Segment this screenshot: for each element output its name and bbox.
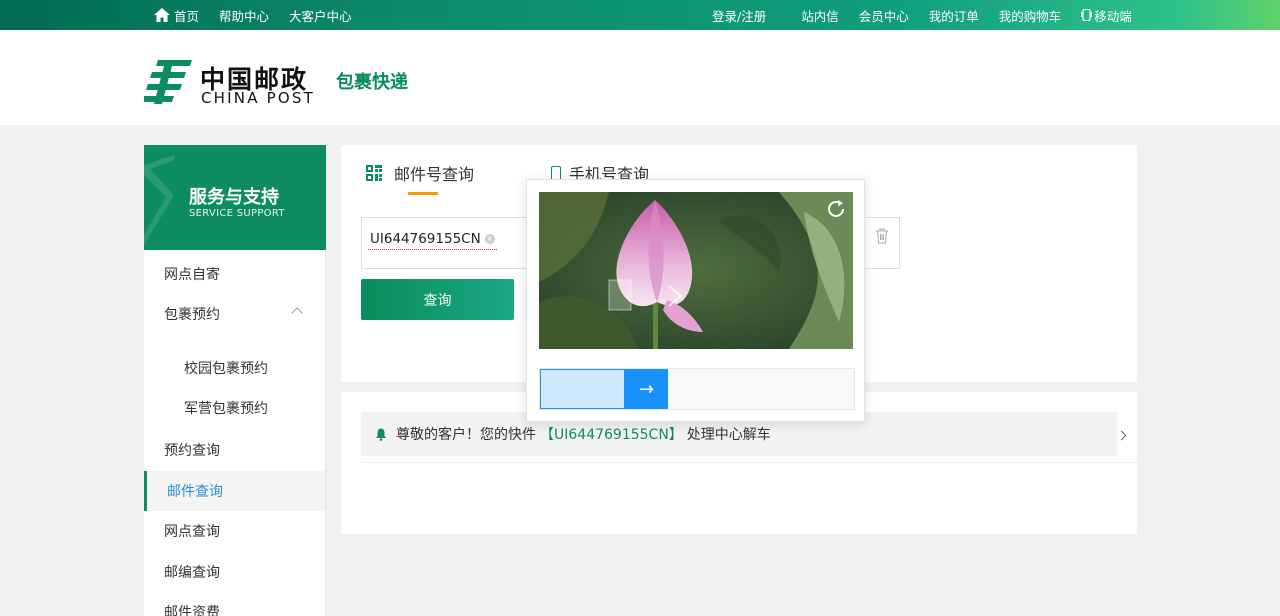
trash-icon[interactable] <box>875 228 889 244</box>
nav-inbox-link[interactable]: 站内信 <box>801 6 839 25</box>
sidebar-title: 服务与支持 <box>189 187 279 208</box>
nav-help-link[interactable]: 帮助中心 <box>219 6 269 25</box>
nav-enterprise-link[interactable]: 大客户中心 <box>289 6 352 25</box>
sidebar: 服务与支持 SERVICE SUPPORT 网点自寄 包裹预约 校园包裹预约 军… <box>144 145 326 616</box>
chevron-right-icon[interactable] <box>1116 430 1127 441</box>
tracking-number-tag-text: UI644769155CN <box>370 230 481 247</box>
nav-home-link[interactable]: 首页 <box>154 6 199 25</box>
slider-track[interactable]: → <box>539 368 855 410</box>
slider-handle[interactable]: → <box>625 369 668 409</box>
tab-mail-number[interactable]: 邮件号查询 <box>366 161 474 185</box>
notice-tracking-number: 【UI644769155CN】 <box>540 427 683 443</box>
sidebar-item-self-send[interactable]: 网点自寄 <box>144 254 325 294</box>
sidebar-item-postcode-query[interactable]: 邮编查询 <box>144 552 325 592</box>
banner-decoration-icon <box>144 155 174 245</box>
brand-name-english: CHINA POST <box>201 89 315 107</box>
divider <box>361 462 1137 463</box>
refresh-icon[interactable] <box>825 198 847 220</box>
nav-member-link[interactable]: 会员中心 <box>859 6 909 25</box>
nav-mobile-link[interactable]: 移动端 <box>1081 6 1132 25</box>
remove-tag-icon[interactable]: × <box>484 233 495 244</box>
sidebar-item-parcel-booking[interactable]: 包裹预约 <box>144 294 325 334</box>
sidebar-item-booking-query[interactable]: 预约查询 <box>144 430 325 470</box>
notice-prefix: 尊敬的客户！您的快件 <box>396 427 536 443</box>
active-tab-indicator <box>408 192 438 195</box>
nav-orders-link[interactable]: 我的订单 <box>929 6 979 25</box>
slider-captcha-popup: → <box>526 179 865 422</box>
product-title: 包裹快递 <box>336 72 408 93</box>
site-header: 中国邮政 CHINA POST 包裹快递 <box>0 30 1280 125</box>
tracking-number-tag[interactable]: UI644769155CN × <box>368 228 497 250</box>
sidebar-item-mail-query[interactable]: 邮件查询 <box>144 471 325 511</box>
bell-icon <box>376 428 386 441</box>
nav-login-link[interactable]: 登录/注册 <box>712 6 766 25</box>
lotus-bud-image <box>539 192 853 349</box>
tab-mail-number-label: 邮件号查询 <box>394 165 475 184</box>
china-post-logo-icon[interactable] <box>144 58 192 106</box>
home-icon <box>154 8 170 22</box>
mobile-icon <box>1081 9 1093 21</box>
sidebar-item-campus-booking[interactable]: 校园包裹预约 <box>144 348 325 388</box>
nav-cart-link[interactable]: 我的购物车 <box>999 6 1062 25</box>
top-navigation-bar: 首页 帮助中心 大客户中心 登录/注册 站内信 会员中心 我的订单 我的购物车 … <box>0 0 1280 30</box>
sidebar-item-postage[interactable]: 邮件资费 <box>144 592 325 616</box>
qrcode-icon <box>366 165 382 181</box>
sidebar-subtitle: SERVICE SUPPORT <box>189 208 285 219</box>
query-button[interactable]: 查询 <box>361 279 514 320</box>
captcha-image <box>539 192 853 349</box>
sidebar-banner: 服务与支持 SERVICE SUPPORT <box>144 145 326 250</box>
arrow-right-icon: → <box>638 378 655 400</box>
nav-home-label: 首页 <box>174 8 200 24</box>
sidebar-item-barracks-booking[interactable]: 军营包裹预约 <box>144 388 325 428</box>
nav-mobile-label: 移动端 <box>1094 8 1132 24</box>
notice-status: 处理中心解车 <box>686 427 771 443</box>
sidebar-item-label: 包裹预约 <box>164 307 220 323</box>
sidebar-item-outlet-query[interactable]: 网点查询 <box>144 511 325 551</box>
slider-progress-fill <box>540 369 625 409</box>
chevron-up-icon <box>291 307 303 319</box>
